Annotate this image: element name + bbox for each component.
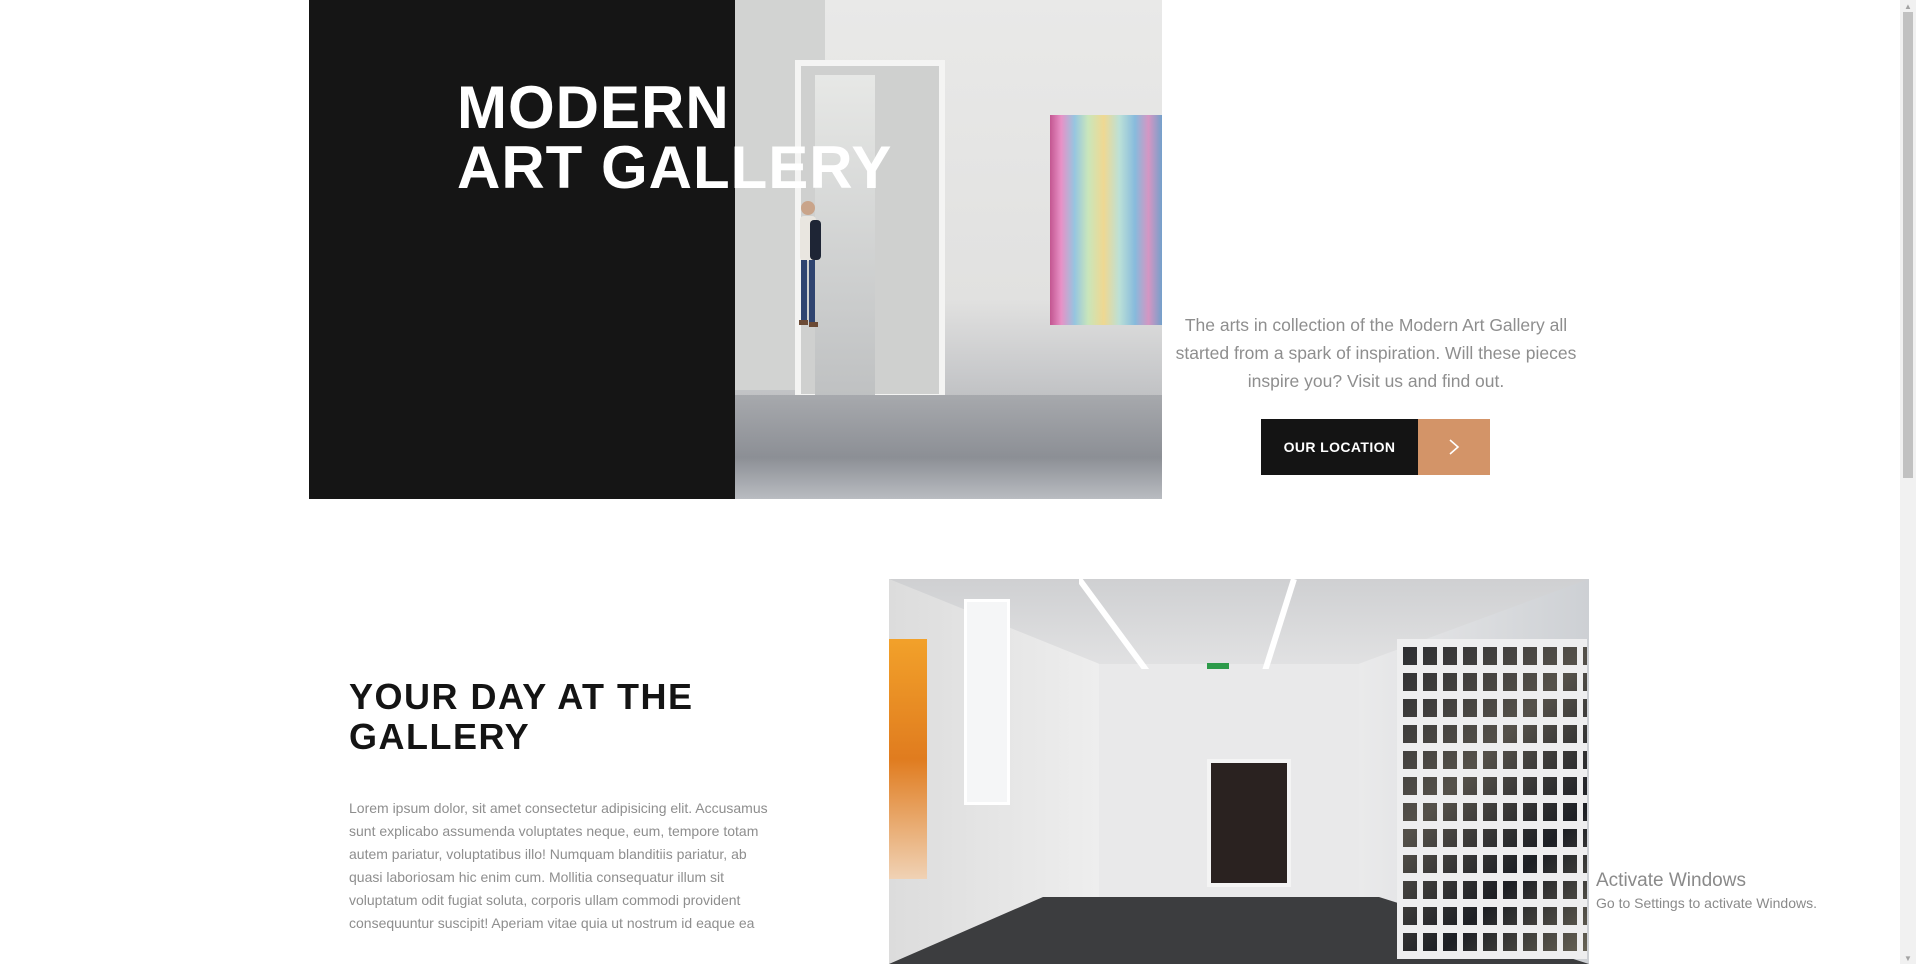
- hero-title-line-1: MODERN: [457, 74, 730, 141]
- our-location-label[interactable]: OUR LOCATION: [1261, 419, 1418, 475]
- page-scrollbar[interactable]: ▲ ▼: [1900, 0, 1916, 964]
- our-location-button[interactable]: OUR LOCATION: [1261, 419, 1490, 475]
- gallery-image-window: [964, 599, 1010, 805]
- scrollbar-thumb[interactable]: [1903, 12, 1913, 478]
- hero-image-painting: [1050, 115, 1162, 325]
- activate-windows-subtitle: Go to Settings to activate Windows.: [1596, 895, 1817, 911]
- gallery-image-portrait: [1207, 759, 1291, 887]
- cta-arrow-box[interactable]: [1418, 419, 1490, 475]
- gallery-interior-image: [889, 579, 1589, 964]
- day-title-line-1: YOUR DAY AT THE: [349, 676, 694, 717]
- gallery-image-lights: [1079, 579, 1297, 669]
- hero-image-floor: [735, 395, 1162, 499]
- scroll-down-arrow-icon[interactable]: ▼: [1900, 952, 1916, 964]
- day-title-line-2: GALLERY: [349, 716, 531, 757]
- hero-title-line-2: ART GALLERY: [457, 134, 893, 201]
- gallery-image-photo-grid: [1397, 639, 1587, 959]
- hero-description: The arts in collection of the Modern Art…: [1175, 315, 1577, 391]
- gallery-image-orange-artwork: [889, 639, 927, 879]
- activate-windows-watermark: Activate Windows Go to Settings to activ…: [1596, 870, 1817, 914]
- chevron-right-icon: [1449, 439, 1460, 455]
- day-section-body: Lorem ipsum dolor, sit amet consectetur …: [349, 800, 768, 931]
- hero-title: MODERN ART GALLERY: [457, 78, 892, 198]
- day-section-title: YOUR DAY AT THE GALLERY: [349, 677, 694, 757]
- scroll-up-arrow-icon[interactable]: ▲: [1900, 0, 1916, 12]
- activate-windows-title: Activate Windows: [1596, 870, 1746, 891]
- hero-image-visitor: [799, 201, 821, 327]
- hero-gallery-image: [735, 0, 1162, 499]
